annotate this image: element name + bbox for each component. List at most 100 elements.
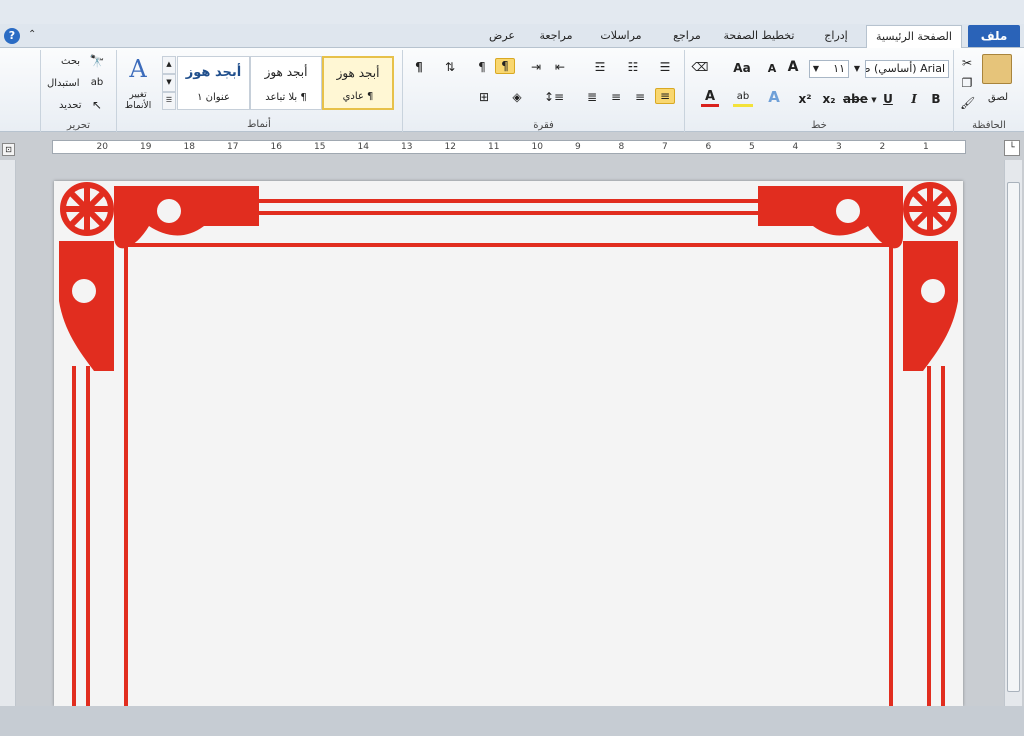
- corner-ornament-left: [59, 182, 259, 371]
- italic-icon[interactable]: I: [907, 92, 921, 106]
- justify-icon[interactable]: ≣: [583, 90, 601, 104]
- font-name-dropdown-icon[interactable]: ▼: [851, 62, 863, 76]
- help-icon[interactable]: ?: [4, 28, 20, 44]
- ruler-corner-icon[interactable]: ⊡: [2, 143, 15, 156]
- underline-icon[interactable]: U: [881, 92, 895, 106]
- title-bar: [0, 0, 1024, 24]
- show-formatting-icon[interactable]: ¶: [411, 60, 427, 74]
- font-group-label: خط: [811, 120, 827, 131]
- bold-icon[interactable]: B: [929, 92, 943, 106]
- ruler-label: 7: [662, 142, 668, 152]
- ruler-label: 6: [705, 142, 712, 152]
- replace-label[interactable]: استبدال: [47, 78, 80, 89]
- style-normal-name: ¶ عادي: [342, 91, 374, 102]
- styles-scroll-up-icon[interactable]: ▲: [162, 56, 176, 74]
- clipboard-group-label: الحافظة: [972, 120, 1006, 131]
- grow-font-icon[interactable]: A: [785, 60, 801, 74]
- tab-insert[interactable]: إدراج: [810, 25, 862, 47]
- style-normal-preview: أبجد هوز: [336, 66, 380, 80]
- shading-icon[interactable]: ◈: [507, 90, 527, 104]
- paragraph-group: ☰ ☷ ☲ ⇤ ⇥ ¶ ¶ ⇅ ¶ ≡ ≡ ≡ ≣ ↕≡ ◈ ⊞ فقرة: [402, 50, 684, 132]
- paste-button-label[interactable]: لصق: [988, 92, 1008, 103]
- ruler-label: 11: [488, 142, 500, 152]
- ruler-label: 16: [270, 142, 282, 152]
- rtl-direction-icon[interactable]: ¶: [495, 58, 515, 74]
- tab-view[interactable]: عرض: [480, 25, 524, 47]
- highlight-color-icon[interactable]: ab: [733, 90, 753, 107]
- shrink-font-icon[interactable]: A: [765, 62, 779, 76]
- strikethrough-icon[interactable]: abe: [843, 92, 868, 106]
- scrollbar-thumb[interactable]: [1007, 182, 1020, 692]
- change-styles-label[interactable]: تغيير الأنماط: [118, 90, 158, 112]
- style-heading-1[interactable]: أبجد هوز عنوان ١: [177, 56, 250, 110]
- styles-scroll-down-icon[interactable]: ▼: [162, 74, 176, 92]
- style-normal[interactable]: أبجد هوز ¶ عادي: [322, 56, 394, 110]
- ruler-label: 14: [357, 142, 369, 152]
- subscript-icon[interactable]: x₂: [821, 92, 837, 106]
- style-no-spacing[interactable]: أبجد هوز ¶ بلا تباعد: [250, 56, 322, 110]
- ruler-label: 5: [749, 142, 755, 152]
- find-icon[interactable]: 🔭: [89, 54, 105, 68]
- ruler-label: 2: [879, 142, 886, 152]
- editing-group: 🔭 بحث ab استبدال ↖ تحديد تحرير: [40, 50, 116, 132]
- tab-page-layout[interactable]: تخطيط الصفحة: [716, 25, 802, 47]
- ruler-label: 19: [140, 142, 152, 152]
- font-name-select[interactable]: Arial (أساسي) ص: [865, 60, 949, 78]
- numbering-icon[interactable]: ☷: [623, 60, 643, 74]
- ruler-label: 15: [314, 142, 326, 152]
- clipboard-group: لصق ✂ ❐ 🖌 الحافظة: [953, 50, 1024, 132]
- text-effects-icon[interactable]: A: [765, 90, 783, 105]
- sort-icon[interactable]: ⇅: [441, 60, 459, 74]
- ruler-label: 20: [96, 142, 108, 152]
- align-right-icon[interactable]: ≡: [655, 88, 675, 104]
- bullets-icon[interactable]: ☰: [655, 60, 675, 74]
- font-color-icon[interactable]: A: [701, 90, 719, 107]
- decrease-indent-icon[interactable]: ⇤: [551, 60, 569, 74]
- find-label[interactable]: بحث: [61, 56, 80, 67]
- style-heading-1-preview: أبجد هوز: [185, 65, 242, 80]
- styles-more-icon[interactable]: ☰: [162, 92, 176, 110]
- tab-stop-selector-icon[interactable]: └: [1004, 140, 1020, 156]
- ruler-label: 9: [575, 142, 581, 152]
- change-case-icon[interactable]: Aa: [731, 61, 753, 75]
- page-border-frame: [59, 182, 958, 706]
- tab-review[interactable]: مراجعة: [528, 25, 584, 47]
- ruler-label: 10: [531, 142, 543, 152]
- style-no-spacing-name: ¶ بلا تباعد: [265, 92, 307, 103]
- tab-file[interactable]: ملف: [968, 25, 1020, 47]
- document-page[interactable]: [54, 181, 963, 706]
- borders-icon[interactable]: ⊞: [475, 90, 493, 104]
- copy-icon[interactable]: ❐: [960, 76, 974, 90]
- align-left-icon[interactable]: ≡: [607, 90, 625, 104]
- select-label[interactable]: تحديد: [59, 100, 82, 111]
- tab-references[interactable]: مراجع: [662, 25, 712, 47]
- ltr-direction-icon[interactable]: ¶: [473, 60, 491, 74]
- ruler-label: 12: [444, 142, 456, 152]
- tab-home[interactable]: الصفحة الرئيسية: [866, 25, 962, 48]
- select-icon[interactable]: ↖: [89, 98, 105, 112]
- underline-dropdown-icon[interactable]: ▼: [869, 93, 879, 107]
- ruler-label: 1: [923, 142, 929, 152]
- styles-group-label: أنماط: [247, 119, 271, 130]
- clear-formatting-icon[interactable]: ⌫: [691, 60, 709, 74]
- format-painter-icon[interactable]: 🖌: [960, 96, 975, 110]
- increase-indent-icon[interactable]: ⇥: [527, 60, 545, 74]
- line-spacing-icon[interactable]: ↕≡: [543, 90, 565, 104]
- ruler-label: 17: [227, 142, 239, 152]
- style-heading-1-name: عنوان ١: [197, 92, 230, 103]
- change-styles-icon[interactable]: A: [122, 54, 154, 84]
- cut-icon[interactable]: ✂: [960, 56, 974, 70]
- font-group: Arial (أساسي) ص ▼ ١١ ▼ A A Aa ⌫ B I U ▼ …: [684, 50, 953, 132]
- tab-mailings[interactable]: مراسلات: [588, 25, 654, 47]
- paste-icon[interactable]: [982, 54, 1012, 84]
- replace-icon[interactable]: ab: [89, 76, 105, 90]
- horizontal-ruler[interactable]: 1 2 3 4 5 6 7 8 9 10 11 12 13 14 15 16 17 18 19 20: [52, 140, 966, 154]
- superscript-icon[interactable]: x²: [797, 92, 813, 106]
- vertical-scrollbar[interactable]: [1004, 160, 1022, 706]
- collapse-ribbon-icon[interactable]: ⌃: [28, 29, 36, 40]
- font-size-dropdown-icon[interactable]: ▼: [811, 62, 821, 76]
- multilevel-list-icon[interactable]: ☲: [589, 60, 611, 74]
- align-center-icon[interactable]: ≡: [631, 90, 649, 104]
- style-no-spacing-preview: أبجد هوز: [264, 65, 308, 79]
- corner-ornament-right: [758, 182, 958, 371]
